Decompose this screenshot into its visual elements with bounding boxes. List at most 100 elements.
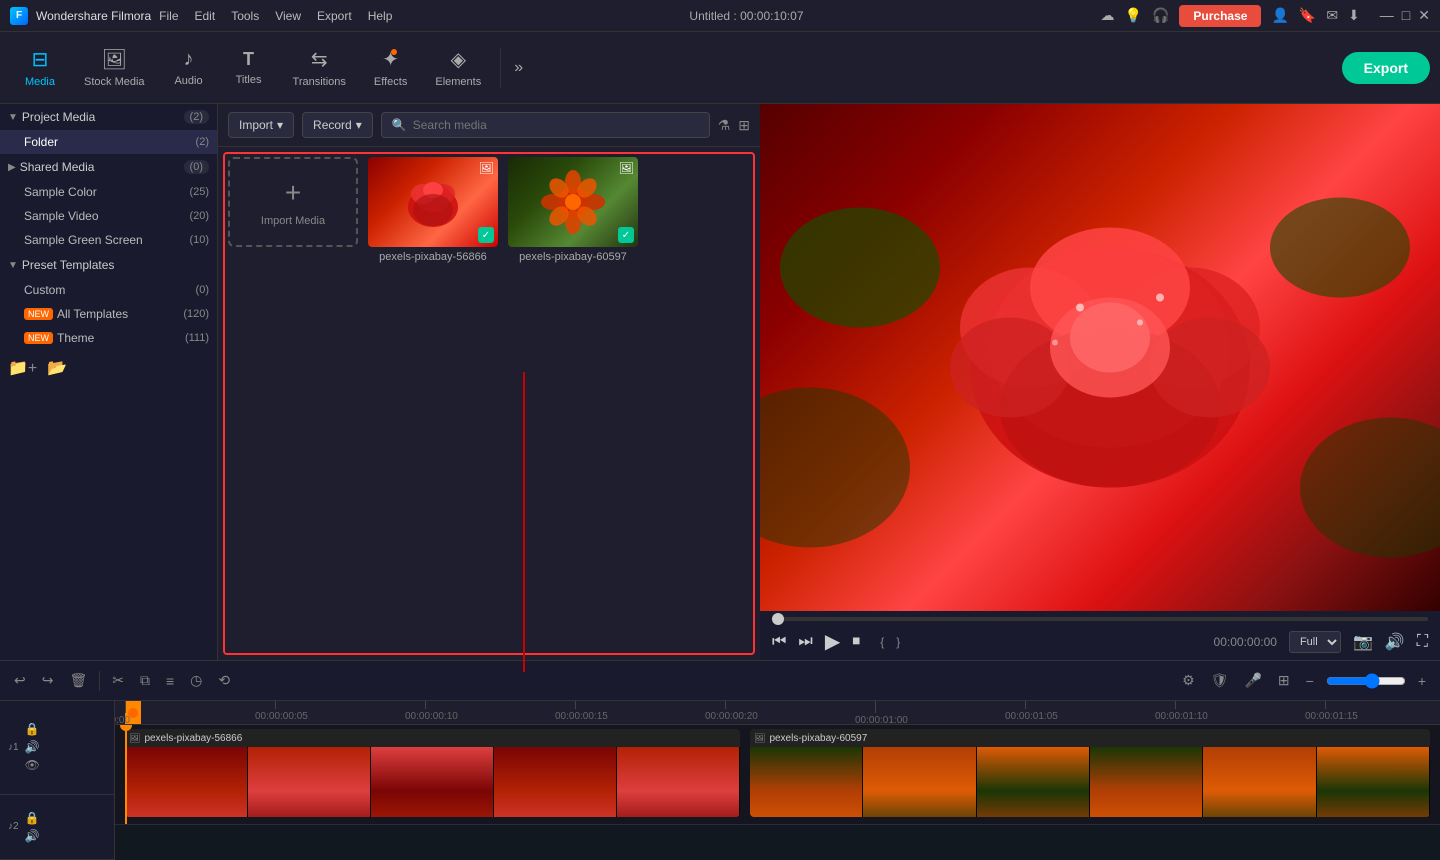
cloud-icon[interactable]: ☁ xyxy=(1101,7,1115,24)
track-1-lock-icon[interactable]: 🔒 xyxy=(25,722,40,736)
effects-label: Effects xyxy=(374,76,407,88)
settings-icon[interactable]: ⚙ xyxy=(1178,668,1199,693)
track-2-mute-icon[interactable]: 🔊 xyxy=(25,829,40,843)
menu-help[interactable]: Help xyxy=(368,9,393,23)
timeline-ruler: 00:00 00:00:00:05 00:00:00:10 00:00:00:1… xyxy=(115,701,1440,725)
transitions-icon: ⇆ xyxy=(311,47,328,72)
timeline-right: 00:00 00:00:00:05 00:00:00:10 00:00:00:1… xyxy=(115,701,1440,860)
ruler-mark-6: 00:00:01:05 xyxy=(1025,701,1058,722)
zoom-slider[interactable] xyxy=(1326,673,1406,689)
speed-button[interactable]: ◷ xyxy=(186,668,206,693)
project-media-header[interactable]: ▼ Project Media (2) xyxy=(0,104,217,130)
download-icon[interactable]: ⬇ xyxy=(1348,7,1360,24)
record-button[interactable]: Record ▾ xyxy=(302,112,373,138)
close-button[interactable]: ✕ xyxy=(1418,7,1430,24)
media-tile-rose-name: pexels-pixabay-56866 xyxy=(368,251,498,263)
grid-view-icon[interactable]: ⊞ xyxy=(738,117,750,134)
folder-open-icon[interactable]: 📂 xyxy=(47,358,67,378)
skip-back-button[interactable]: ⏮ xyxy=(772,633,786,651)
media-tile-dahlia-check: ✓ xyxy=(618,227,634,243)
clip-dahlia-icon: 🖼 xyxy=(754,733,765,744)
title-bar: F Wondershare Filmora File Edit Tools Vi… xyxy=(0,0,1440,32)
filter-icon[interactable]: ⚗ xyxy=(718,117,731,134)
shared-media-header[interactable]: ▶ Shared Media (0) xyxy=(0,154,217,180)
timeline-toolbar: ↩ ↪ 🗑 ✂ ⧉ ≡ ◷ ⟲ ⚙ 🛡 🎤 ⊞ − + xyxy=(0,661,1440,701)
minimize-button[interactable]: — xyxy=(1380,7,1394,24)
track-1-eye-icon[interactable]: 👁 xyxy=(25,758,40,772)
zoom-in-button[interactable]: + xyxy=(1414,669,1430,693)
import-label: Import xyxy=(239,118,273,132)
sidebar-item-sample-green-screen[interactable]: Sample Green Screen (10) xyxy=(0,228,217,252)
stop-button[interactable]: ⏹ xyxy=(852,633,860,651)
mic-icon[interactable]: 🎤 xyxy=(1240,668,1265,693)
shared-media-label: Shared Media xyxy=(20,160,184,174)
play-button[interactable]: ▶ xyxy=(825,629,840,654)
media-label: Media xyxy=(25,76,55,88)
snapshot-button[interactable]: 📷 xyxy=(1353,632,1373,652)
export-button[interactable]: Export xyxy=(1342,52,1430,84)
all-templates-count: (120) xyxy=(183,308,209,320)
maximize-button[interactable]: □ xyxy=(1402,7,1410,24)
menu-edit[interactable]: Edit xyxy=(195,9,216,23)
sidebar-item-sample-video[interactable]: Sample Video (20) xyxy=(0,204,217,228)
audio-btn[interactable]: ≡ xyxy=(162,669,178,693)
toolbar-audio[interactable]: ♪ Audio xyxy=(159,42,219,93)
project-media-arrow: ▼ xyxy=(8,112,18,123)
import-button[interactable]: Import ▾ xyxy=(228,112,294,138)
purchase-button[interactable]: Purchase xyxy=(1179,5,1261,27)
menu-export[interactable]: Export xyxy=(317,9,352,23)
cut-button[interactable]: ✂ xyxy=(108,668,128,693)
search-icon: 🔍 xyxy=(392,118,407,132)
bulb-icon[interactable]: 💡 xyxy=(1125,7,1142,24)
track-1-mute-icon[interactable]: 🔊 xyxy=(25,740,40,754)
audio-track xyxy=(115,825,1440,860)
track-2-lock-icon[interactable]: 🔒 xyxy=(25,811,40,825)
media-tile-rose[interactable]: 🖼 ✓ pexels-pixabay-56866 xyxy=(368,157,498,263)
menu-tools[interactable]: Tools xyxy=(231,9,259,23)
clip-dahlia[interactable]: 🖼 pexels-pixabay-60597 xyxy=(750,729,1430,817)
media-grid: + Import Media xyxy=(218,147,760,660)
frame-back-button[interactable]: ⏭ xyxy=(798,633,812,651)
marker-in[interactable]: { xyxy=(880,635,884,649)
adjust-button[interactable]: ⧉ xyxy=(136,668,154,693)
clip-rose[interactable]: 🖼 pexels-pixabay-56866 xyxy=(125,729,740,817)
media-tile-dahlia[interactable]: 🖼 ✓ pexels-pixabay-60597 xyxy=(508,157,638,263)
drag-line xyxy=(523,372,525,672)
preview-seekbar[interactable] xyxy=(772,617,1428,621)
search-input[interactable] xyxy=(413,118,699,132)
toolbar-effects[interactable]: ✦ Effects xyxy=(360,41,421,94)
delete-button[interactable]: 🗑 xyxy=(65,668,91,693)
mail-icon[interactable]: ✉ xyxy=(1326,7,1338,24)
bookmark-icon[interactable]: 🔖 xyxy=(1299,7,1316,24)
toolbar-titles[interactable]: T Titles xyxy=(219,43,279,92)
add-folder-icon[interactable]: 📁+ xyxy=(8,358,37,378)
zoom-out-button[interactable]: − xyxy=(1302,669,1318,693)
seekbar-handle[interactable] xyxy=(772,613,784,625)
sidebar-item-theme[interactable]: NEW Theme (111) xyxy=(0,326,217,350)
marker-out[interactable]: } xyxy=(896,635,900,649)
sidebar-item-folder[interactable]: Folder (2) xyxy=(0,130,217,154)
toolbar-more[interactable]: » xyxy=(506,59,531,77)
sidebar-item-all-templates[interactable]: NEW All Templates (120) xyxy=(0,302,217,326)
redo-button[interactable]: ↪ xyxy=(38,668,58,693)
undo-button[interactable]: ↩ xyxy=(10,668,30,693)
detach-icon[interactable]: ⊞ xyxy=(1274,668,1294,693)
stabilize-button[interactable]: ⟲ xyxy=(214,668,234,693)
quality-select[interactable]: Full xyxy=(1289,631,1341,653)
toolbar-elements[interactable]: ◈ Elements xyxy=(421,41,495,94)
volume-button[interactable]: 🔊 xyxy=(1385,632,1405,652)
user-icon[interactable]: 👤 xyxy=(1271,7,1288,24)
headset-icon[interactable]: 🎧 xyxy=(1152,7,1169,24)
menu-file[interactable]: File xyxy=(159,9,178,23)
sidebar-item-custom[interactable]: Custom (0) xyxy=(0,278,217,302)
import-media-tile[interactable]: + Import Media xyxy=(228,157,358,247)
sidebar-item-sample-color[interactable]: Sample Color (25) xyxy=(0,180,217,204)
toolbar-stock-media[interactable]: 🖼 Stock Media xyxy=(70,41,159,94)
toolbar-transitions[interactable]: ⇆ Transitions xyxy=(279,41,360,94)
title-right: ☁ 💡 🎧 Purchase 👤 🔖 ✉ ⬇ — □ ✕ xyxy=(1101,5,1430,27)
fullscreen-button[interactable]: ⛶ xyxy=(1417,633,1428,651)
toolbar-media[interactable]: ⊟ Media xyxy=(10,41,70,94)
shield-icon[interactable]: 🛡 xyxy=(1207,668,1233,693)
preset-templates-header[interactable]: ▼ Preset Templates xyxy=(0,252,217,278)
menu-view[interactable]: View xyxy=(275,9,301,23)
